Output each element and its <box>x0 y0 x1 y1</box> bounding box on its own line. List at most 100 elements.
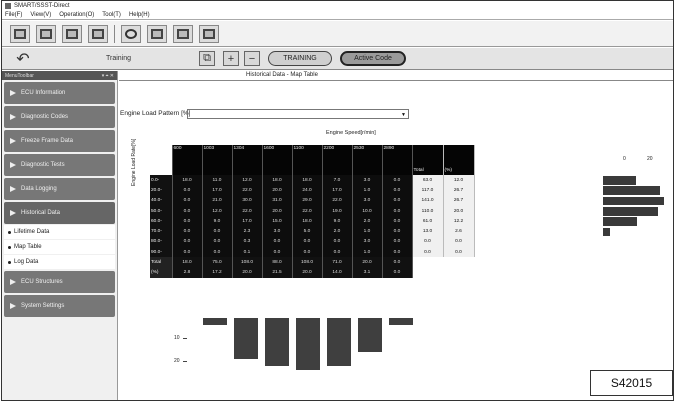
add-icon[interactable]: + <box>223 51 239 66</box>
table-cell: 0.0 <box>172 216 203 227</box>
table-cell: 17.2 <box>202 267 233 278</box>
table-cell: 14.0 <box>322 267 353 278</box>
sidebar-item-historical-data[interactable]: Historical Data <box>4 202 115 224</box>
column-percent-bar <box>296 318 320 370</box>
percent-header: (%) <box>443 145 475 175</box>
main-toolbar <box>2 21 673 47</box>
sidebar-sub-label: Log Data <box>14 259 39 265</box>
sidebar-item-ecu-information[interactable]: ECU Information <box>4 82 115 104</box>
sidebar-item-label: System Settings <box>21 303 65 309</box>
col-header: 1600 <box>262 145 293 175</box>
training-button[interactable]: TRAINING <box>268 51 332 66</box>
table-cell: 3.1 <box>352 267 383 278</box>
export-button[interactable] <box>88 24 108 43</box>
col-chart-tick-20: 20 <box>174 358 180 364</box>
table-cell: 30.0 <box>232 195 263 206</box>
table-cell: 0.0 <box>382 236 413 248</box>
window-stack-icon[interactable]: ⧉ <box>199 51 215 66</box>
table-row: (%) 2.8 17.2 20.0 21.5 20.0 14.0 3.1 0.0 <box>150 267 474 278</box>
monitor-button[interactable] <box>147 24 167 43</box>
window-button[interactable] <box>36 24 56 43</box>
table-cell: 11.0 <box>202 175 233 186</box>
remove-icon[interactable]: − <box>244 51 260 66</box>
table-cell: 0.0 <box>382 195 413 206</box>
sidebar-header-controls[interactable]: ▾ ⌖ ✕ <box>102 73 114 79</box>
back-arrow-icon[interactable]: ↶ <box>14 51 32 68</box>
menu-view[interactable]: View(V) <box>30 12 51 18</box>
active-code-button[interactable]: Active Code <box>340 51 406 66</box>
arrow-icon <box>10 162 16 168</box>
row-label: 90.0- <box>150 247 173 258</box>
table-cell: 1.0 <box>352 247 383 258</box>
refresh-button[interactable] <box>121 24 141 43</box>
column-percent-bar <box>327 318 351 366</box>
table-cell: 0.0 <box>382 257 413 268</box>
table-cell: 0.0 <box>382 226 413 237</box>
row-total: 141.0 <box>412 195 444 206</box>
arrow-icon <box>10 114 16 120</box>
row-percent: 26.7 <box>443 185 475 196</box>
load-pattern-select[interactable]: ▼ <box>187 109 409 119</box>
table-cell: 31.0 <box>262 195 293 206</box>
main-content: Historical Data - Map Table Engine Load … <box>119 71 673 400</box>
engine-speed-axis-title: Engine Speed[r/min] <box>326 130 376 136</box>
save-button[interactable] <box>62 24 82 43</box>
sidebar: MenuToolbar ▾ ⌖ ✕ ECU Information Diagno… <box>2 71 118 400</box>
table-cell: 12.0 <box>202 205 233 217</box>
row-total: 61.0 <box>412 216 444 227</box>
sidebar-item-data-logging[interactable]: Data Logging <box>4 178 115 200</box>
figure-code-label: S42015 <box>590 370 673 396</box>
row-percent: 12.2 <box>443 216 475 227</box>
menu-bar: File(F) View(V) Operation(O) Tool(T) Hel… <box>2 11 673 20</box>
row-percent: 0.0 <box>443 236 475 248</box>
col-header: 2890 <box>382 145 413 175</box>
sidebar-item-system-settings[interactable]: System Settings <box>4 295 115 317</box>
row-percent-bar <box>603 227 611 237</box>
table-cell: 18.0 <box>292 175 323 186</box>
menu-operation[interactable]: Operation(O) <box>59 12 94 18</box>
table-cell: 22.0 <box>322 195 353 206</box>
sidebar-item-diagnostic-codes[interactable]: Diagnostic Codes <box>4 106 115 128</box>
table-header-row: 600 1003 1304 1600 1100 2200 2530 2890 T… <box>150 145 475 175</box>
menu-tool[interactable]: Tool(T) <box>102 12 121 18</box>
col-header: 1304 <box>232 145 263 175</box>
sidebar-sub-label: Lifetime Data <box>14 229 50 235</box>
column-percent-chart: 10 20 <box>149 318 521 400</box>
table-row: 0.0- 18.0 11.0 12.0 18.0 18.0 7.0 3.0 0.0 63.0 12.… <box>150 175 475 186</box>
sidebar-item-label: Historical Data <box>21 210 61 216</box>
row-percent <box>443 267 474 278</box>
menu-help[interactable]: Help(H) <box>129 12 150 18</box>
table-cell: 22.0 <box>232 205 263 217</box>
col-header: 1100 <box>292 145 323 175</box>
table-cell: 17.0 <box>232 216 263 227</box>
content-tab-bar: Historical Data - Map Table <box>119 71 673 81</box>
bullet-icon <box>8 230 11 234</box>
load-pattern-label: Engine Load Pattern [%] <box>120 110 191 117</box>
sidebar-item-label: ECU Information <box>21 90 66 96</box>
table-cell: 0.3 <box>232 236 263 248</box>
print-button[interactable] <box>10 24 30 43</box>
table-cell: 3.0 <box>262 226 293 237</box>
table-cell: 2.3 <box>232 226 263 237</box>
row-label: 40.0- <box>150 195 173 206</box>
table-row: 90.0- 0.0 0.0 0.1 0.0 0.0 0.0 1.0 0.0 0.0 0.0 <box>150 247 475 258</box>
sidebar-item-diagnostic-tests[interactable]: Diagnostic Tests <box>4 154 115 176</box>
sidebar-sub-log-data[interactable]: Log Data <box>4 255 115 269</box>
sidebar-sub-map-table[interactable]: Map Table <box>4 240 115 254</box>
window-icon <box>40 28 52 39</box>
sidebar-sub-lifetime-data[interactable]: Lifetime Data <box>4 225 115 239</box>
col-chart-tickmark <box>183 338 187 339</box>
menu-file[interactable]: File(F) <box>5 12 22 18</box>
table-cell: 0.0 <box>292 236 323 248</box>
sidebar-sub-label: Map Table <box>14 244 42 250</box>
sidebar-item-label: ECU Structures <box>21 279 63 285</box>
table-cell: 19.0 <box>322 205 353 217</box>
delete-button[interactable] <box>199 24 219 43</box>
table-cell: 0.0 <box>322 236 353 248</box>
sidebar-item-freeze-frame-data[interactable]: Freeze Frame Data <box>4 130 115 152</box>
sidebar-item-label: Freeze Frame Data <box>21 138 74 144</box>
sidebar-item-ecu-structures[interactable]: ECU Structures <box>4 271 115 293</box>
bullet-icon <box>8 245 11 249</box>
tab-historical-data-map-table[interactable]: Historical Data - Map Table <box>246 72 318 78</box>
network-button[interactable] <box>173 24 193 43</box>
